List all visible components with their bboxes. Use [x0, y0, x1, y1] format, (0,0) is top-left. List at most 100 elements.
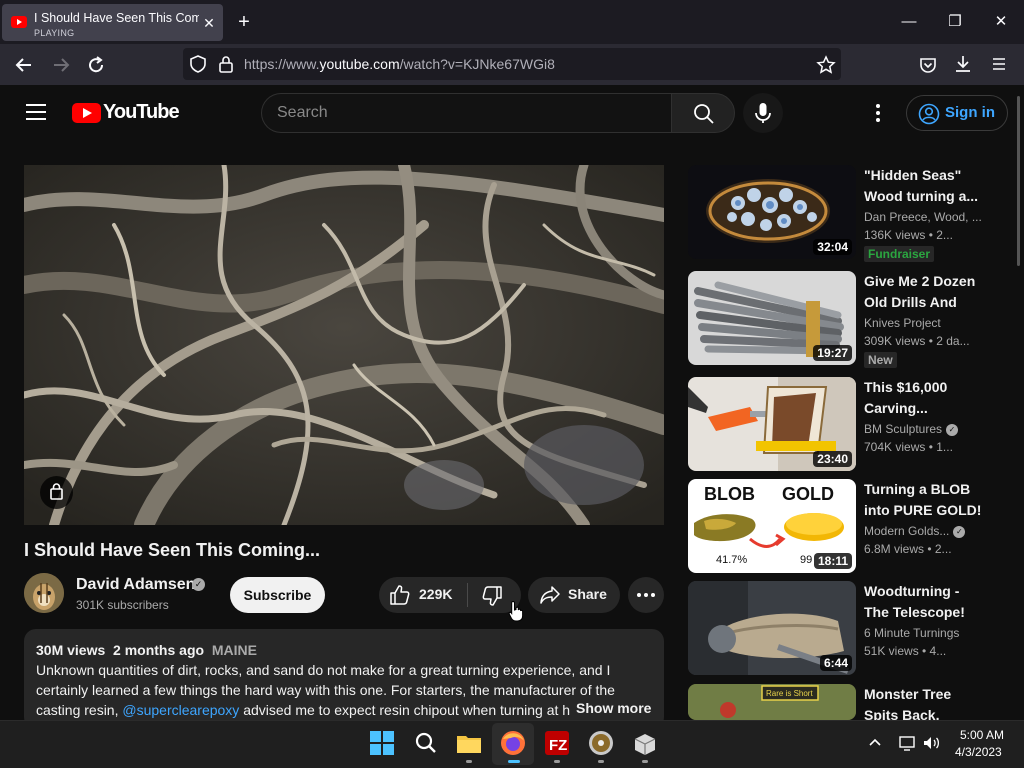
video-duration: 18:11 — [813, 553, 852, 569]
running-indicator — [598, 760, 604, 763]
subscriber-count: 301K subscribers — [76, 598, 169, 612]
search-button[interactable] — [671, 93, 735, 133]
recommendation-thumbnail[interactable]: 23:40 — [688, 377, 856, 471]
recommendation-thumbnail[interactable]: 32:04 — [688, 165, 856, 259]
recommendation-title[interactable]: Give Me 2 Dozen Old Drills And I'll... — [864, 271, 982, 313]
thumbnail-sign-text: Rare is Short — [766, 689, 813, 698]
subscribe-button[interactable]: Subscribe — [230, 577, 325, 613]
mention-link[interactable]: @superclearepoxy — [122, 702, 239, 718]
recommendation-stats: 136K views • 2... — [864, 228, 953, 242]
channel-avatar[interactable] — [24, 573, 64, 613]
lock-icon[interactable] — [218, 55, 240, 77]
guide-menu-button[interactable] — [26, 104, 46, 120]
recommendation-channel: Knives Project — [864, 316, 941, 330]
bookmark-star-icon[interactable] — [816, 55, 838, 77]
page-scrollbar[interactable] — [1017, 96, 1020, 266]
voice-search-button[interactable] — [743, 93, 783, 133]
restore-button[interactable]: ❐ — [945, 12, 965, 32]
verified-check-icon: ✓ — [192, 578, 205, 591]
close-window-button[interactable]: ✕ — [991, 12, 1011, 32]
chevron-up-icon[interactable] — [868, 737, 882, 747]
url-prefix: https://www. — [244, 56, 320, 72]
recommendation-title[interactable]: Woodturning - The Telescope! — [864, 581, 982, 623]
settings-menu-icon[interactable] — [876, 104, 880, 122]
like-button[interactable] — [389, 584, 411, 606]
file-explorer-icon[interactable] — [455, 729, 483, 757]
shield-icon[interactable] — [189, 55, 211, 77]
firefox-icon[interactable] — [499, 729, 527, 757]
downloads-icon[interactable] — [953, 54, 975, 76]
filezilla-icon[interactable]: FZ — [543, 729, 571, 757]
youtube-logo-text[interactable]: YouTube — [103, 101, 180, 124]
recommendation-title[interactable]: Turning a BLOB into PURE GOLD! — [864, 479, 982, 521]
recommendation-thumbnail[interactable]: 19:27 — [688, 271, 856, 365]
search-input[interactable]: Search — [277, 104, 328, 122]
volume-icon[interactable] — [922, 734, 942, 752]
location-tag[interactable]: MAINE — [212, 642, 257, 658]
search-icon — [694, 104, 714, 124]
verified-check-icon: ✓ — [953, 525, 966, 538]
browser-tab[interactable]: I Should Have Seen This Coming... PLAYIN… — [2, 4, 223, 41]
reload-button[interactable] — [85, 54, 107, 76]
active-indicator — [508, 760, 520, 763]
recommendation-thumbnail[interactable]: Rare is Short — [688, 684, 856, 720]
recommendation-item[interactable]: 6:44 Woodturning - The Telescope! 6 Minu… — [688, 581, 1008, 677]
recommendation-stats: 51K views • 4... — [864, 644, 947, 658]
recommendation-thumbnail[interactable]: BLOB GOLD 41.7% 99 18:11 — [688, 479, 856, 573]
running-indicator — [642, 760, 648, 763]
thumbnail-text-blob: BLOB — [704, 484, 755, 504]
new-tab-button[interactable]: + — [234, 12, 254, 32]
verified-check-icon: ✓ — [946, 423, 959, 436]
recommendation-item[interactable]: 23:40 This $16,000 Carving... BM Sculptu… — [688, 377, 1008, 473]
recommendation-item[interactable]: 19:27 Give Me 2 Dozen Old Drills And I'l… — [688, 271, 1008, 368]
package-app-icon[interactable] — [631, 729, 659, 757]
video-frame-roots — [24, 165, 664, 525]
shopping-bag-icon[interactable] — [40, 476, 73, 509]
back-button[interactable] — [13, 54, 35, 76]
clock-date[interactable]: 4/3/2023 — [955, 745, 1002, 759]
network-icon[interactable] — [898, 734, 916, 752]
recommendation-item[interactable]: 32:04 "Hidden Seas" Wood turning a... Da… — [688, 165, 1008, 262]
share-label[interactable]: Share — [568, 586, 607, 602]
url-domain: youtube.com — [319, 56, 400, 72]
hand-cursor-icon — [508, 600, 524, 622]
youtube-favicon-icon — [11, 16, 27, 28]
video-duration: 23:40 — [813, 451, 852, 467]
close-tab-icon[interactable]: ✕ — [201, 15, 217, 31]
thumbnail-percent-2: 99 — [800, 554, 812, 566]
clock-time[interactable]: 5:00 AM — [960, 728, 1004, 742]
recommendation-channel-name: Modern Golds... — [864, 524, 950, 538]
microphone-icon — [755, 103, 771, 123]
video-duration: 19:27 — [813, 345, 852, 361]
fundraiser-badge: Fundraiser — [864, 246, 935, 262]
channel-name[interactable]: David Adamsen — [76, 576, 195, 594]
hamburger-menu-icon[interactable] — [990, 55, 1012, 77]
search-taskbar-icon[interactable] — [412, 729, 440, 757]
dislike-button[interactable] — [481, 585, 503, 607]
youtube-logo-icon[interactable] — [72, 103, 101, 123]
disk-app-icon[interactable] — [587, 729, 615, 757]
url-text[interactable]: https://www.youtube.com/watch?v=KJNke67W… — [244, 56, 555, 72]
share-arrow-icon — [540, 586, 560, 604]
recommendation-item[interactable]: BLOB GOLD 41.7% 99 18:11 Turning a BLOB … — [688, 479, 1008, 575]
like-count[interactable]: 229K — [419, 586, 452, 602]
description-line: Unknown quantities of dirt, rocks, and s… — [36, 662, 611, 678]
recommendation-title[interactable]: This $16,000 Carving... — [864, 377, 982, 419]
sign-in-label[interactable]: Sign in — [945, 104, 995, 121]
thumbs-up-icon — [390, 585, 410, 605]
more-actions-button[interactable] — [628, 577, 664, 613]
show-more-button[interactable]: Show more — [570, 700, 652, 716]
windows-start-icon[interactable] — [368, 729, 396, 757]
thumbnail-text-gold: GOLD — [782, 484, 834, 504]
svg-text:FZ: FZ — [549, 737, 567, 754]
pocket-icon[interactable] — [918, 55, 940, 77]
recommendation-title[interactable]: Monster Tree Spits Back, That... — [864, 684, 982, 720]
forward-button[interactable] — [50, 54, 72, 76]
recommendation-stats: 704K views • 1... — [864, 440, 953, 454]
recommendation-title[interactable]: "Hidden Seas" Wood turning a... — [864, 165, 982, 207]
recommendation-thumbnail[interactable]: 6:44 — [688, 581, 856, 675]
video-player[interactable] — [24, 165, 664, 525]
minimize-button[interactable]: — — [899, 12, 919, 32]
recommendation-item[interactable]: Rare is Short Monster Tree Spits Back, T… — [688, 684, 1008, 720]
thumbnail-percent: 41.7% — [716, 554, 747, 566]
